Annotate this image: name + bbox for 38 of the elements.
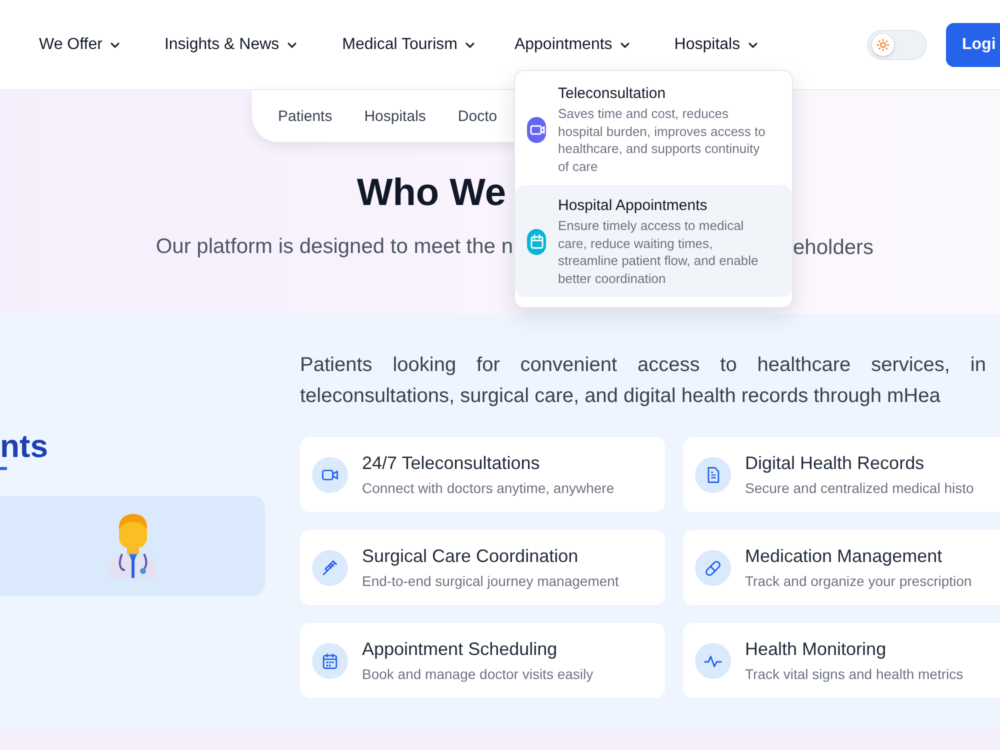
feature-description: Secure and centralized medical histo [745, 480, 974, 496]
nav-menu-item[interactable]: Insights & News [164, 36, 298, 54]
doctor-figure-drawing [106, 512, 160, 578]
section-subtitle: Our platform is designed to meet the n [154, 235, 513, 259]
feature-description: Connect with doctors anytime, anywhere [362, 480, 614, 496]
title-underline [0, 467, 7, 470]
feature-description: End-to-end surgical journey management [362, 573, 619, 589]
audience-tab[interactable]: Docto [458, 108, 498, 124]
nav-menu-item[interactable]: We Offer [39, 36, 122, 54]
nav-menu-item[interactable]: Hospitals [674, 36, 760, 54]
feature-title: Surgical Care Coordination [362, 546, 580, 567]
theme-toggle[interactable] [867, 30, 927, 60]
menu-item-description: Ensure timely access to medical care, reduce waiting times, streamline patient flow, and enable better coordination [558, 217, 760, 287]
audience-tab[interactable]: Patients [278, 108, 332, 124]
feature-title: 24/7 Teleconsultations [362, 453, 541, 474]
menu-item-title: Teleconsultation [558, 85, 667, 102]
feature-title: Digital Health Records [745, 453, 926, 474]
calendar-icon [320, 650, 340, 670]
nav-menu-item[interactable]: Appointments [514, 36, 632, 54]
sun-icon [876, 38, 890, 52]
feature-title: Appointment Scheduling [362, 639, 558, 660]
section-subtitle: eholders [793, 236, 874, 260]
menu-item-title: Hospital Appointments [558, 197, 708, 214]
feature-description: Track vital signs and health metrics [745, 666, 964, 682]
dropdown-menu-item[interactable]: Teleconsultation Saves time and cost, reduces hospital burden, improves access to healthcare, and supports continuity of care [515, 73, 792, 185]
feature-title: Medication Management [745, 546, 944, 567]
section-heading: Who We [356, 171, 506, 215]
syringe-icon [320, 558, 340, 578]
dropdown-menu-item[interactable]: Hospital Appointments Ensure timely access to medical care, reduce waiting times, streamline patient flow, and enable better coordination [515, 185, 792, 297]
feature-title: Health Monitoring [745, 639, 888, 660]
menu-item-description: Saves time and cost, reduces hospital burden, improves access to healthcare, and supports continuity of care [558, 105, 766, 175]
nav-menu-item[interactable]: Medical Tourism [342, 36, 476, 54]
feature-description: Book and manage doctor visits easily [362, 666, 594, 682]
login-button[interactable]: Logi [946, 22, 1000, 66]
audience-tab[interactable]: Hospitals [364, 108, 426, 124]
feature-description: Track and organize your prescription [745, 573, 972, 589]
audience-description: Patients looking for convenient access to healthcare services, in teleconsultations, surgical care, and digital health records through mHea [300, 353, 986, 409]
audience-title: nts [0, 427, 49, 466]
